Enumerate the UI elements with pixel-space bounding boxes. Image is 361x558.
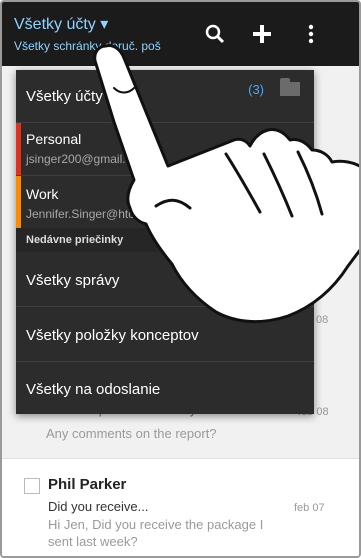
folder-item-all-messages[interactable]: Všetky správy <box>16 252 314 306</box>
search-icon[interactable] <box>205 24 225 50</box>
message-preview: Hi Jen, Did you receive the package I se… <box>48 517 264 549</box>
account-switcher-title[interactable]: Všetky účty ▾ <box>14 14 108 34</box>
account-name: Work <box>26 186 59 202</box>
account-name: Personal <box>26 131 82 147</box>
account-item-work[interactable]: Work Jennifer.Singer@htc.com <box>16 176 314 228</box>
plus-icon[interactable] <box>252 24 272 50</box>
account-email: jsinger200@gmail.com <box>26 152 149 166</box>
section-header-label: Nedávne priečinky <box>26 234 124 246</box>
select-checkbox[interactable] <box>24 478 40 494</box>
message-date: 08 <box>316 314 329 326</box>
folder-label: Všetky na odoslanie <box>26 381 161 398</box>
folder-item-all-drafts[interactable]: Všetky položky konceptov <box>16 307 314 361</box>
phone-screen: Všetky účty ▾ Všetky schránky doruč. poš… <box>0 0 361 558</box>
account-color-indicator <box>16 176 21 228</box>
app-bar: Všetky účty ▾ Všetky schránky doruč. poš <box>2 2 359 66</box>
message-preview: Any comments on the report? <box>46 426 217 441</box>
all-accounts-item[interactable]: Všetky účty (3) <box>16 70 314 122</box>
folder-label: Všetky položky konceptov <box>26 327 199 344</box>
folder-icon[interactable] <box>280 78 300 96</box>
message-sender: Phil Parker <box>48 476 127 493</box>
unread-count-badge: (3) <box>248 82 264 97</box>
account-email: Jennifer.Singer@htc.com <box>26 207 161 221</box>
folder-label: Všetky správy <box>26 272 120 289</box>
section-header: Nedávne priečinky <box>16 228 314 252</box>
folder-item-all-outbox[interactable]: Všetky na odoslanie <box>16 362 314 414</box>
overflow-menu-icon[interactable] <box>308 24 314 50</box>
message-date: feb 07 <box>294 502 325 514</box>
account-color-indicator <box>16 123 21 175</box>
account-dropdown: Všetky účty (3) Personal jsinger200@gmai… <box>16 70 314 414</box>
message-subject: Did you receive... <box>48 499 149 514</box>
account-switcher-subtitle[interactable]: Všetky schránky doruč. poš <box>14 39 161 53</box>
account-item-personal[interactable]: Personal jsinger200@gmail.com <box>16 123 314 175</box>
all-accounts-label: Všetky účty <box>26 88 103 105</box>
